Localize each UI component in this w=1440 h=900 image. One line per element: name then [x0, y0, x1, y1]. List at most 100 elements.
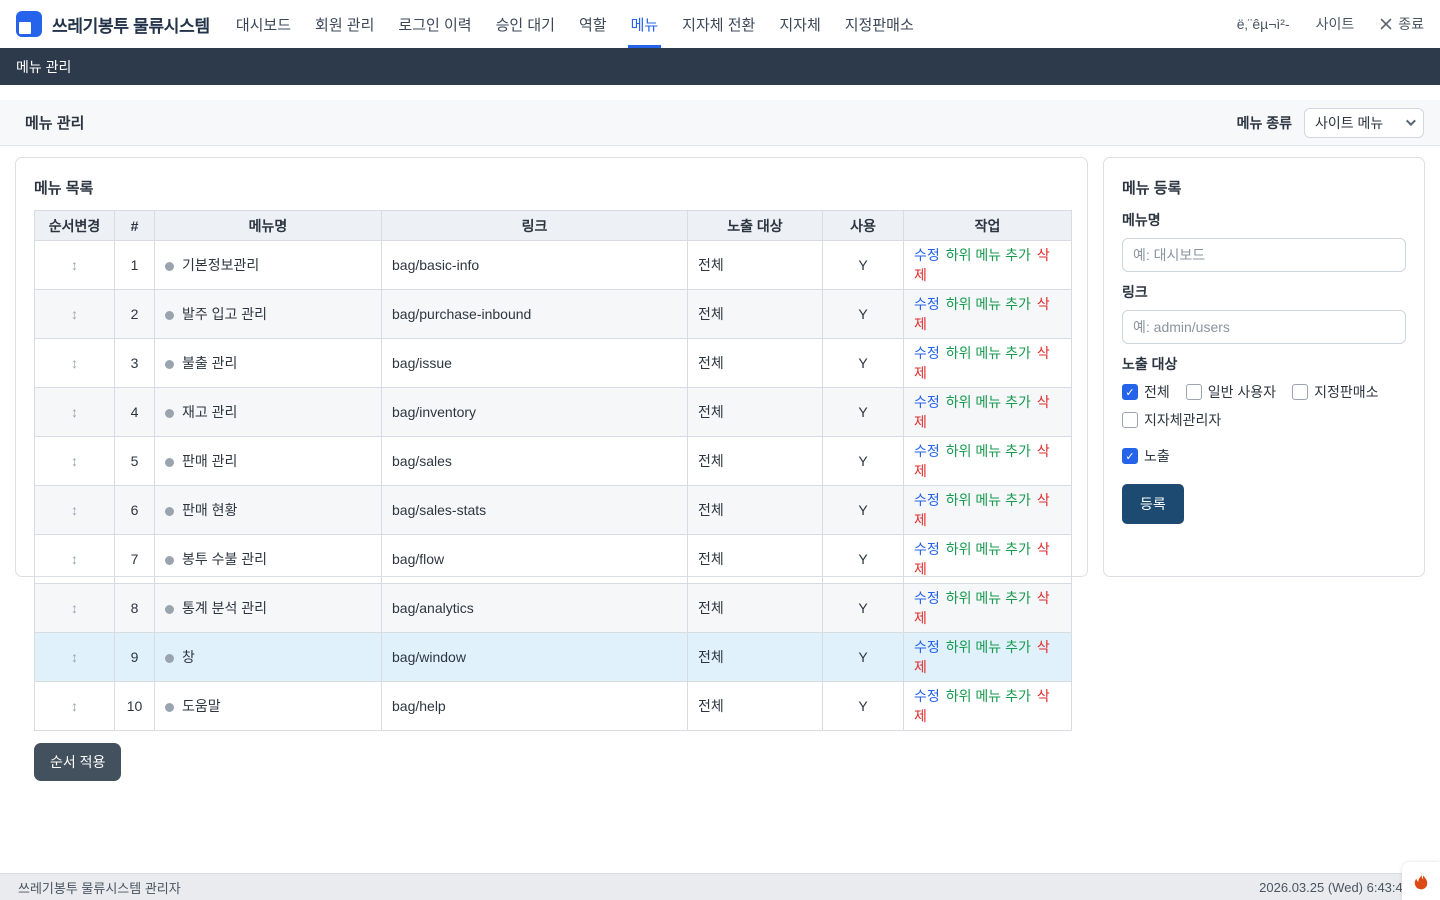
site-link-label: 사이트: [1316, 14, 1355, 34]
table-row: ↕3불출 관리bag/issue전체Y수정하위 메뉴 추가삭제: [35, 339, 1072, 388]
brand: 쓰레기봉투 물류시스템: [16, 0, 210, 48]
target-checkbox-1[interactable]: 전체: [1122, 382, 1170, 402]
drag-handle-icon[interactable]: ↕: [71, 453, 78, 469]
menu-type-label: 메뉴 종류: [1237, 113, 1292, 133]
apply-order-button[interactable]: 순서 적용: [34, 743, 121, 781]
menu-name-label: 메뉴명: [1122, 210, 1406, 230]
drag-handle-icon[interactable]: ↕: [71, 551, 78, 567]
nav-item-6[interactable]: 메뉴: [631, 0, 659, 48]
nav-item-5[interactable]: 역할: [579, 0, 607, 48]
edit-link[interactable]: 수정: [914, 492, 940, 508]
menu-use: Y: [823, 290, 904, 339]
menu-link: bag/purchase-inbound: [382, 290, 688, 339]
menu-link: bag/sales-stats: [382, 486, 688, 535]
add-submenu-link[interactable]: 하위 메뉴 추가: [946, 590, 1031, 606]
bullet-icon: [165, 458, 174, 467]
main-nav: 대시보드 회원 관리 로그인 이력 승인 대기 역할 메뉴 지자체 전환 지자체 지정판매소: [236, 0, 914, 48]
drag-handle-icon[interactable]: ↕: [71, 600, 78, 616]
menu-type-select[interactable]: 사이트 메뉴: [1304, 108, 1424, 138]
menu-name-input[interactable]: [1122, 238, 1406, 272]
menu-name: 기본정보관리: [182, 257, 259, 273]
checkbox-unchecked-icon: [1292, 384, 1308, 400]
drag-handle-icon[interactable]: ↕: [71, 257, 78, 273]
site-link[interactable]: 사이트: [1316, 14, 1355, 34]
column-header-1: 순서변경: [35, 211, 115, 241]
drag-handle-icon[interactable]: ↕: [71, 698, 78, 714]
debug-toolbar-button[interactable]: [1402, 862, 1440, 900]
page-title: 메뉴 관리: [25, 112, 84, 133]
table-row: ↕8통계 분석 관리bag/analytics전체Y수정하위 메뉴 추가삭제: [35, 584, 1072, 633]
add-submenu-link[interactable]: 하위 메뉴 추가: [946, 688, 1031, 704]
drag-handle-icon[interactable]: ↕: [71, 502, 78, 518]
target-checkbox-2[interactable]: 일반 사용자: [1186, 382, 1276, 402]
menu-link-label: 링크: [1122, 282, 1406, 302]
drag-handle-icon[interactable]: ↕: [71, 404, 78, 420]
target-checkbox-3[interactable]: 지정판매소: [1292, 382, 1378, 402]
row-number: 4: [115, 388, 155, 437]
drag-handle-icon[interactable]: ↕: [71, 649, 78, 665]
target-checkbox-4[interactable]: 지자체관리자: [1122, 410, 1221, 430]
menu-name: 재고 관리: [182, 404, 237, 420]
target-checkbox-line-2: 지자체관리자: [1122, 410, 1406, 430]
nav-item-7[interactable]: 지자체 전환: [682, 0, 755, 48]
app-title: 쓰레기봉투 물류시스템: [52, 12, 210, 37]
menu-link: bag/flow: [382, 535, 688, 584]
menu-target: 전체: [688, 339, 823, 388]
add-submenu-link[interactable]: 하위 메뉴 추가: [946, 296, 1031, 312]
menu-name: 불출 관리: [182, 355, 237, 371]
visible-checkbox[interactable]: 노출: [1122, 446, 1170, 466]
column-header-4: 링크: [382, 211, 688, 241]
current-user-label: ë‚¨êµ¬ì²-: [1237, 16, 1290, 32]
table-row: ↕4재고 관리bag/inventory전체Y수정하위 메뉴 추가삭제: [35, 388, 1072, 437]
drag-handle-icon[interactable]: ↕: [71, 306, 78, 322]
menu-target: 전체: [688, 486, 823, 535]
edit-link[interactable]: 수정: [914, 247, 940, 263]
add-submenu-link[interactable]: 하위 메뉴 추가: [946, 541, 1031, 557]
add-submenu-link[interactable]: 하위 메뉴 추가: [946, 492, 1031, 508]
add-submenu-link[interactable]: 하위 메뉴 추가: [946, 639, 1031, 655]
bullet-icon: [165, 703, 174, 712]
add-submenu-link[interactable]: 하위 메뉴 추가: [946, 394, 1031, 410]
menu-target: 전체: [688, 437, 823, 486]
visible-label: 노출: [1144, 446, 1170, 466]
add-submenu-link[interactable]: 하위 메뉴 추가: [946, 247, 1031, 263]
edit-link[interactable]: 수정: [914, 590, 940, 606]
menu-use: Y: [823, 584, 904, 633]
nav-item-3[interactable]: 로그인 이력: [398, 0, 471, 48]
menu-name: 도움말: [182, 698, 221, 714]
bullet-icon: [165, 507, 174, 516]
nav-item-2[interactable]: 회원 관리: [315, 0, 374, 48]
visible-row: 노출: [1122, 446, 1406, 466]
nav-item-8[interactable]: 지자체: [779, 0, 820, 48]
bullet-icon: [165, 605, 174, 614]
checkbox-checked-icon: [1122, 384, 1138, 400]
edit-link[interactable]: 수정: [914, 443, 940, 459]
column-header-6: 사용: [823, 211, 904, 241]
add-submenu-link[interactable]: 하위 메뉴 추가: [946, 443, 1031, 459]
drag-handle-icon[interactable]: ↕: [71, 355, 78, 371]
row-number: 8: [115, 584, 155, 633]
menu-link-input[interactable]: [1122, 310, 1406, 344]
checkbox-unchecked-icon: [1186, 384, 1202, 400]
nav-item-4[interactable]: 승인 대기: [496, 0, 555, 48]
row-number: 7: [115, 535, 155, 584]
menu-type-value: 사이트 메뉴: [1315, 113, 1383, 133]
main-content: 메뉴 목록 순서변경#메뉴명링크노출 대상사용작업 ↕1기본정보관리bag/ba…: [0, 146, 1440, 577]
edit-link[interactable]: 수정: [914, 688, 940, 704]
bullet-icon: [165, 556, 174, 565]
register-button[interactable]: 등록: [1122, 484, 1184, 524]
add-submenu-link[interactable]: 하위 메뉴 추가: [946, 345, 1031, 361]
nav-item-1[interactable]: 대시보드: [236, 0, 291, 48]
top-navbar: 쓰레기봉투 물류시스템 대시보드 회원 관리 로그인 이력 승인 대기 역할 메뉴 지자체 …: [0, 0, 1440, 48]
nav-item-9[interactable]: 지정판매소: [845, 0, 914, 48]
checkbox-label: 지자체관리자: [1144, 410, 1221, 430]
edit-link[interactable]: 수정: [914, 345, 940, 361]
edit-link[interactable]: 수정: [914, 639, 940, 655]
table-row: ↕7봉투 수불 관리bag/flow전체Y수정하위 메뉴 추가삭제: [35, 535, 1072, 584]
edit-link[interactable]: 수정: [914, 541, 940, 557]
logout-button[interactable]: 종료: [1380, 14, 1424, 34]
edit-link[interactable]: 수정: [914, 394, 940, 410]
row-number: 1: [115, 241, 155, 290]
edit-link[interactable]: 수정: [914, 296, 940, 312]
table-row: ↕9창bag/window전체Y수정하위 메뉴 추가삭제: [35, 633, 1072, 682]
